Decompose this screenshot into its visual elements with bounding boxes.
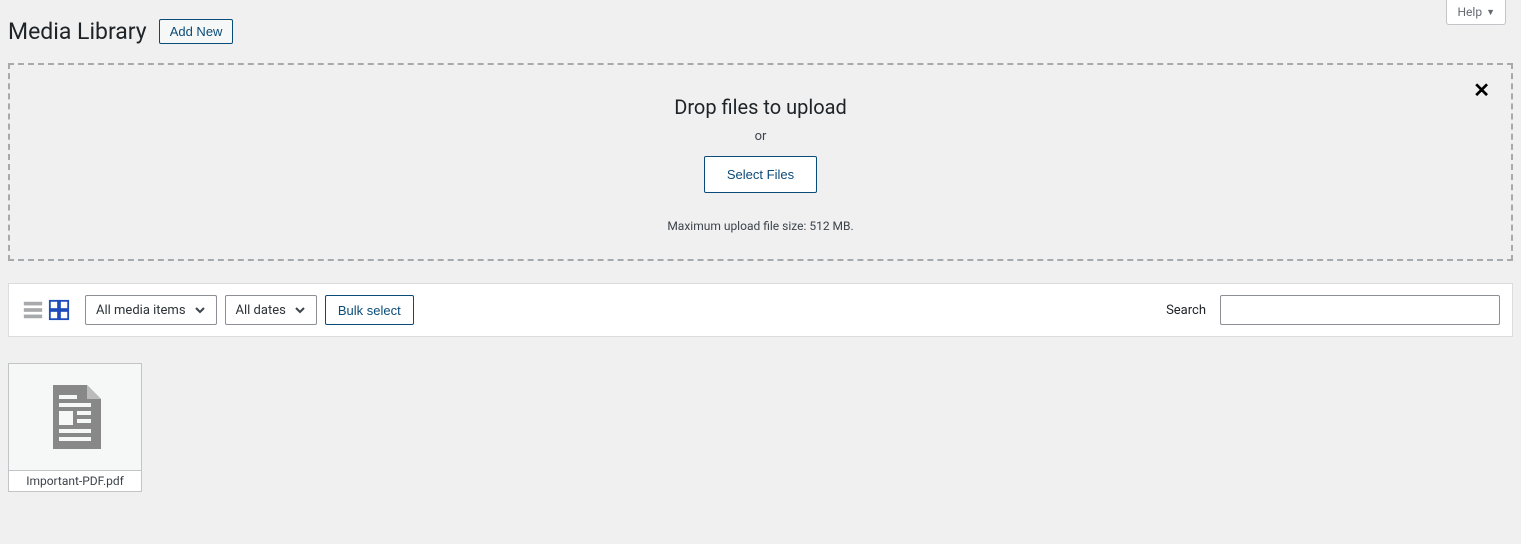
- page-title: Media Library: [8, 18, 147, 45]
- dropzone-hint: Maximum upload file size: 512 MB.: [30, 219, 1491, 233]
- filter-date-select[interactable]: All dates: [225, 295, 317, 325]
- select-files-button[interactable]: Select Files: [704, 156, 817, 193]
- close-icon[interactable]: ✕: [1473, 80, 1490, 100]
- list-icon: [22, 299, 44, 321]
- dropzone-title: Drop files to upload: [30, 95, 1491, 119]
- media-toolbar: All media items All dates Bulk select Se…: [8, 283, 1513, 337]
- caret-down-icon: ▼: [1486, 7, 1495, 18]
- media-grid: Important-PDF.pdf: [0, 337, 1521, 518]
- filter-type-select[interactable]: All media items: [85, 295, 217, 325]
- media-thumbnail: [9, 364, 141, 470]
- page-header: Media Library Add New: [0, 0, 1521, 63]
- document-icon: [49, 385, 101, 449]
- chevron-down-icon: [194, 304, 206, 316]
- grid-view-button[interactable]: [47, 298, 71, 322]
- bulk-select-button[interactable]: Bulk select: [325, 295, 414, 325]
- upload-dropzone[interactable]: ✕ Drop files to upload or Select Files M…: [8, 63, 1513, 261]
- add-new-button[interactable]: Add New: [159, 19, 234, 44]
- help-tab[interactable]: Help ▼: [1446, 0, 1506, 25]
- view-toggle: [21, 298, 71, 322]
- chevron-down-icon: [294, 304, 306, 316]
- media-item[interactable]: Important-PDF.pdf: [8, 363, 142, 492]
- search-input[interactable]: [1220, 295, 1500, 325]
- search-label: Search: [1166, 303, 1206, 318]
- list-view-button[interactable]: [21, 298, 45, 322]
- media-filename: Important-PDF.pdf: [9, 470, 141, 491]
- filter-type-label: All media items: [96, 303, 186, 318]
- grid-icon: [48, 299, 70, 321]
- dropzone-or: or: [30, 129, 1491, 144]
- help-label: Help: [1457, 5, 1482, 19]
- filter-date-label: All dates: [236, 303, 286, 318]
